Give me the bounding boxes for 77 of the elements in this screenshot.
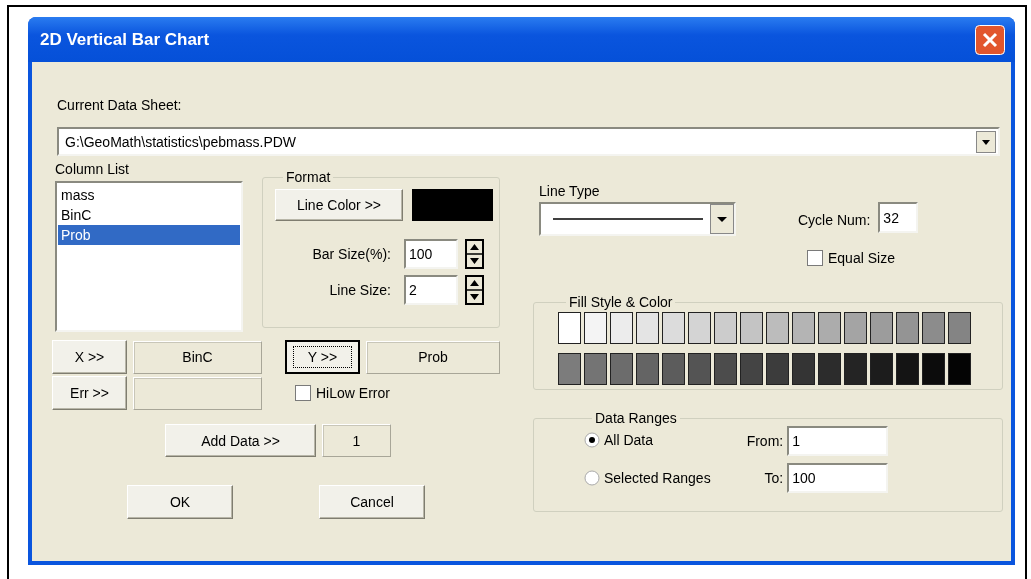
dialog-button[interactable]: Cancel: [319, 485, 425, 519]
line-size-field[interactable]: 2: [404, 275, 458, 305]
data-sheet-label: Current Data Sheet:: [57, 96, 182, 114]
fill-swatch[interactable]: [792, 353, 815, 385]
fill-swatch[interactable]: [896, 312, 919, 344]
fill-swatch[interactable]: [662, 312, 685, 344]
dialog-button[interactable]: OK: [127, 485, 233, 519]
bar-size-label: Bar Size(%):: [311, 246, 392, 262]
fill-swatch[interactable]: [948, 312, 971, 344]
list-item[interactable]: mass: [58, 185, 240, 205]
to-label: To:: [764, 470, 784, 486]
fill-swatch[interactable]: [610, 312, 633, 344]
fill-swatch[interactable]: [818, 353, 841, 385]
line-color-swatch[interactable]: [412, 189, 493, 221]
axis-value-field: BinC: [133, 340, 262, 374]
line-type-label: Line Type: [539, 182, 600, 200]
fill-swatch[interactable]: [740, 353, 763, 385]
checkbox-label[interactable]: Equal Size: [828, 250, 895, 266]
fill-swatch[interactable]: [714, 353, 737, 385]
fill-swatch[interactable]: [870, 353, 893, 385]
data-count-field: 1: [322, 424, 391, 457]
fill-swatch[interactable]: [948, 353, 971, 385]
add-data-button[interactable]: Add Data >>: [165, 424, 316, 457]
fill-swatch[interactable]: [662, 353, 685, 385]
fill-swatch[interactable]: [584, 312, 607, 344]
radio-button[interactable]: [584, 470, 600, 486]
checkbox[interactable]: [295, 385, 311, 401]
cycle-num-label: Cycle Num:: [798, 211, 871, 228]
error-button[interactable]: Err >>: [52, 376, 127, 410]
fill-swatch[interactable]: [922, 312, 945, 344]
group-title: Data Ranges: [594, 410, 678, 426]
fill-swatch[interactable]: [584, 353, 607, 385]
to-field[interactable]: 100: [787, 463, 889, 493]
from-label: From:: [746, 433, 784, 449]
fill-swatch[interactable]: [636, 353, 659, 385]
line-color-button[interactable]: Line Color >>: [275, 189, 403, 221]
fill-swatch[interactable]: [766, 312, 789, 344]
fill-swatch[interactable]: [636, 312, 659, 344]
fill-swatch[interactable]: [844, 312, 867, 344]
solid-line-icon: [553, 217, 703, 221]
group-title: Format: [285, 169, 332, 185]
line-size-label: Line Size:: [328, 282, 392, 298]
list-item[interactable]: Prob: [58, 225, 240, 245]
column-list-label: Column List: [55, 160, 129, 178]
fill-swatch[interactable]: [740, 312, 763, 344]
radio-label[interactable]: All Data: [604, 432, 654, 448]
list-item[interactable]: BinC: [58, 205, 240, 225]
fill-swatch[interactable]: [688, 312, 711, 344]
axis-button[interactable]: X >>: [52, 340, 127, 374]
fill-swatch[interactable]: [714, 312, 737, 344]
fill-swatch[interactable]: [792, 312, 815, 344]
fill-swatch[interactable]: [688, 353, 711, 385]
fill-swatch[interactable]: [558, 312, 581, 344]
from-field[interactable]: 1: [787, 426, 889, 456]
bar-size-field[interactable]: 100: [404, 239, 458, 269]
fill-swatch[interactable]: [818, 312, 841, 344]
close-icon[interactable]: [975, 24, 1005, 55]
checkbox-label[interactable]: HiLow Error: [316, 385, 390, 401]
checkbox[interactable]: [807, 250, 823, 266]
fill-swatch[interactable]: [766, 353, 789, 385]
fill-swatch[interactable]: [558, 353, 581, 385]
axis-button[interactable]: Y >>: [285, 340, 360, 374]
line-type-dropdown[interactable]: [539, 202, 736, 236]
fill-swatch[interactable]: [844, 353, 867, 385]
radio-button[interactable]: [584, 432, 600, 448]
fill-swatch[interactable]: [870, 312, 893, 344]
fill-swatch[interactable]: [896, 353, 919, 385]
fill-swatch[interactable]: [922, 353, 945, 385]
radio-label[interactable]: Selected Ranges: [604, 470, 711, 486]
spin-button[interactable]: [465, 239, 484, 269]
axis-value-field: Prob: [366, 340, 500, 374]
window-title: 2D Vertical Bar Chart: [40, 29, 210, 50]
group-title: Fill Style & Color: [568, 294, 674, 310]
cycle-num-field[interactable]: 32: [878, 202, 919, 233]
spin-button[interactable]: [465, 275, 484, 305]
fill-swatch[interactable]: [610, 353, 633, 385]
data-sheet-dropdown[interactable]: G:\GeoMath\statistics\pebmass.PDW: [57, 127, 1000, 156]
